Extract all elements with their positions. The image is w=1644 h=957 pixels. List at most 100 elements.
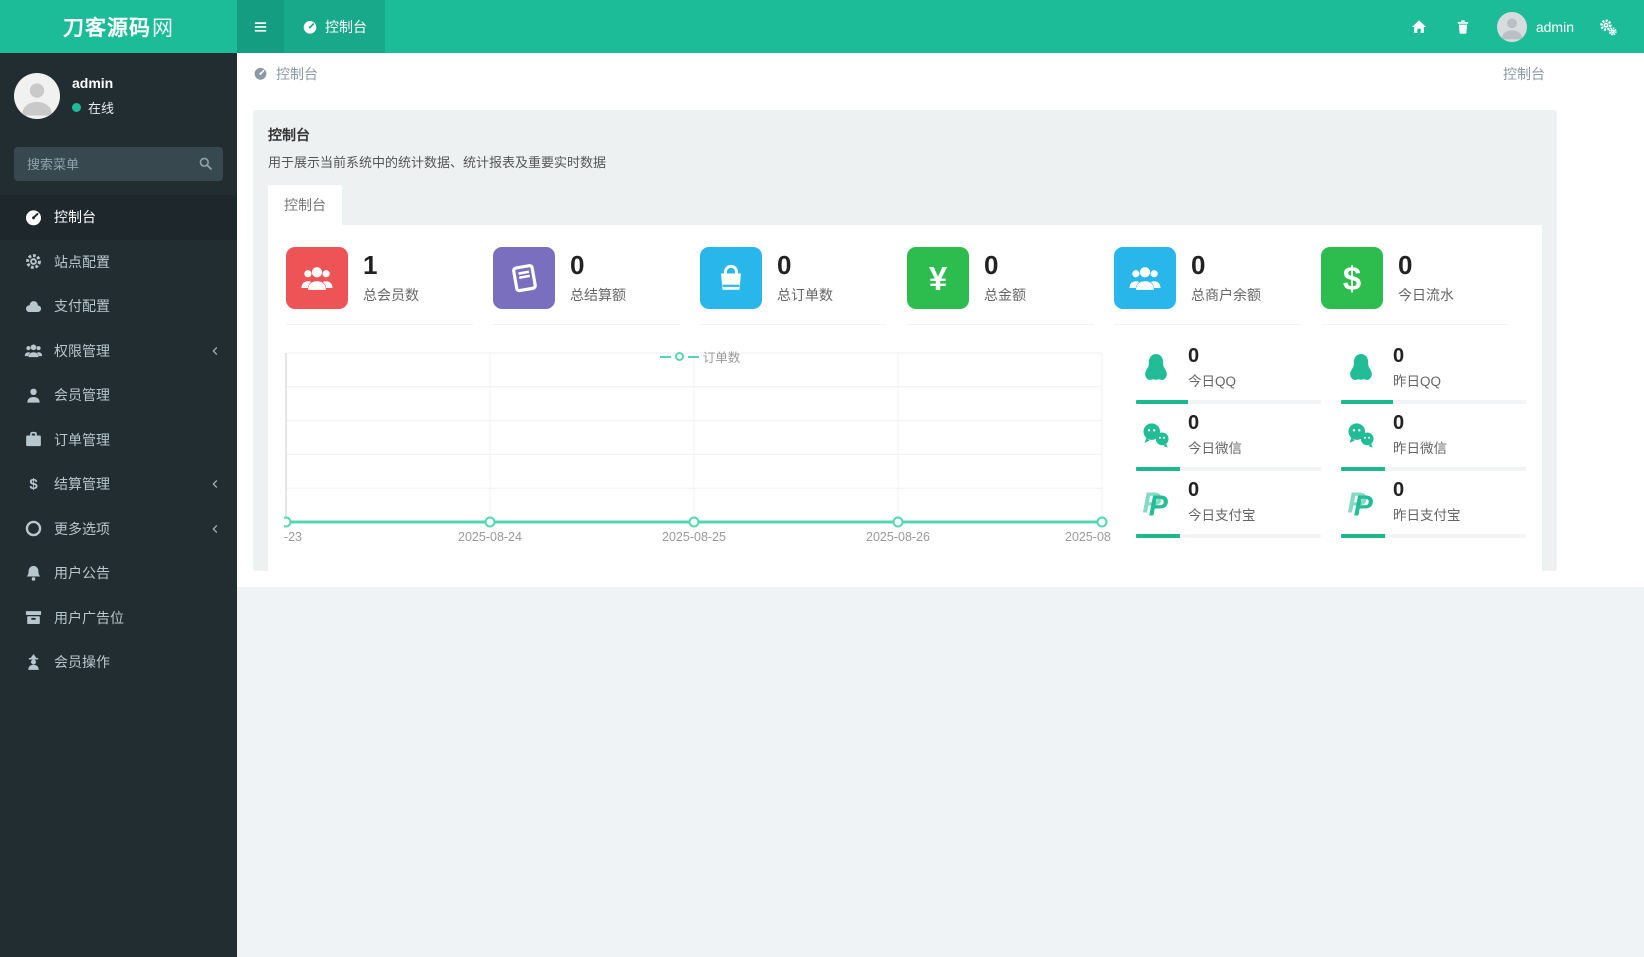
topbar-actions: admin xyxy=(1401,0,1644,53)
sidebar-item-label: 会员管理 xyxy=(54,387,110,404)
sidebar-item-label: 用户广告位 xyxy=(54,609,124,626)
mini-stat-today-alipay: PP 0 今日支付宝 xyxy=(1136,479,1321,538)
svg-text:2025-08-25: 2025-08-25 xyxy=(662,530,726,544)
user-icon xyxy=(24,387,43,403)
svg-text:P: P xyxy=(1354,490,1374,518)
sidebar-item-site-config[interactable]: 站点配置 xyxy=(0,240,237,285)
sidebar-item-user-adslot[interactable]: 用户广告位 xyxy=(0,596,237,641)
avatar xyxy=(1496,11,1527,42)
breadcrumb-current[interactable]: 控制台 xyxy=(276,64,318,84)
sidebar-item-label: 用户公告 xyxy=(54,565,110,582)
chart-legend[interactable]: 订单数 xyxy=(284,347,1116,366)
sidebar-item-pay-config[interactable]: 支付配置 xyxy=(0,284,237,329)
sidebar-search xyxy=(14,147,223,181)
svg-text:2025-08-26: 2025-08-26 xyxy=(866,530,930,544)
sidebar-item-label: 支付配置 xyxy=(54,298,110,315)
sidebar-item-permissions[interactable]: 权限管理 xyxy=(0,329,237,374)
breadcrumb: 控制台 控制台 xyxy=(237,53,1644,94)
progress-fill xyxy=(1341,534,1386,538)
lower-row: 订单数 08-23 2025-08-24 2025-08-25 2025-08-26 2… xyxy=(270,345,1526,553)
mini-value: 0 xyxy=(1188,412,1200,434)
progress-bar xyxy=(1341,534,1526,538)
book-icon xyxy=(493,247,555,309)
stat-label: 总订单数 xyxy=(777,286,833,303)
divider xyxy=(286,324,473,325)
mini-label: 今日支付宝 xyxy=(1188,508,1256,523)
stat-card-today-flow: $ 0 今日流水 xyxy=(1319,247,1526,325)
sidebar-item-dashboard[interactable]: 控制台 xyxy=(0,195,237,240)
online-dot xyxy=(72,103,81,112)
sidebar-item-settlement[interactable]: $ 结算管理 xyxy=(0,462,237,507)
topbar-tab-dashboard[interactable]: 控制台 xyxy=(284,0,385,53)
legend-line-icon xyxy=(687,355,699,358)
mini-stat-yesterday-qq: 0 昨日QQ xyxy=(1341,345,1526,404)
settings-button[interactable] xyxy=(1590,9,1626,45)
stat-card-total-members: 1 总会员数 xyxy=(284,247,491,325)
legend-circle-icon xyxy=(674,352,684,361)
mini-value: 0 xyxy=(1393,345,1405,367)
search-icon[interactable] xyxy=(198,156,213,171)
sidebar: admin 在线 控制台 站点配置 xyxy=(0,53,237,957)
archive-icon xyxy=(24,610,43,626)
chart-canvas: 08-23 2025-08-24 2025-08-25 2025-08-26 2025-… xyxy=(270,352,1111,544)
mini-label: 今日QQ xyxy=(1188,374,1237,389)
svg-text:08-23: 08-23 xyxy=(284,530,302,544)
alipay-icon: PP xyxy=(1341,482,1381,522)
sidebar-item-members[interactable]: 会员管理 xyxy=(0,373,237,418)
stat-card-total-orders: 0 总订单数 xyxy=(698,247,905,325)
divider xyxy=(700,324,887,325)
topbar-nav: 控制台 admin xyxy=(237,0,1644,53)
divider xyxy=(907,324,1094,325)
topbar-user-name: admin xyxy=(1535,18,1574,35)
sidebar-item-label: 权限管理 xyxy=(54,342,110,359)
sidebar-item-user-notice[interactable]: 用户公告 xyxy=(0,551,237,596)
sidebar-item-label: 结算管理 xyxy=(54,476,110,493)
sidebar-user-name: admin xyxy=(72,75,114,91)
circle-o-icon xyxy=(24,521,43,537)
stat-label: 今日流水 xyxy=(1398,286,1454,303)
stat-label: 总商户余额 xyxy=(1191,286,1261,303)
chevron-left-icon xyxy=(209,478,221,490)
sidebar-item-member-actions[interactable]: 会员操作 xyxy=(0,640,237,685)
mini-stats-today: 0 今日QQ 0 今日微信 P P 0 今日支付宝 xyxy=(1136,345,1321,553)
mini-value: 0 xyxy=(1188,345,1200,367)
stat-label: 总会员数 xyxy=(363,286,419,303)
topbar: 刀客源码网 控制台 admin xyxy=(0,0,1644,53)
sidebar-item-label: 站点配置 xyxy=(54,253,110,270)
users-icon xyxy=(286,247,348,309)
progress-fill xyxy=(1136,534,1181,538)
breadcrumb-page-title: 控制台 xyxy=(1503,65,1545,82)
page-container: 控制台 控制台 控制台 用于展示当前系统中的统计数据、统计报表及重要实时数据 控… xyxy=(237,53,1644,587)
topbar-user-menu[interactable]: admin xyxy=(1489,11,1582,42)
gear-icon xyxy=(24,254,43,270)
progress-fill xyxy=(1341,400,1393,404)
progress-fill xyxy=(1341,467,1386,471)
mini-value: 0 xyxy=(1393,479,1405,501)
stat-label: 总结算额 xyxy=(570,286,626,303)
stat-card-merchant-balance: 0 总商户余额 xyxy=(1112,247,1319,325)
users-icon xyxy=(24,343,43,359)
progress-fill xyxy=(1136,467,1181,471)
main-content: 控制台 控制台 控制台 用于展示当前系统中的统计数据、统计报表及重要实时数据 控… xyxy=(237,53,1644,957)
sidebar-toggle-button[interactable] xyxy=(237,0,284,53)
stats-row: 1 总会员数 0 总结算额 0 总订单数 ¥ 0 总金额 0 总商户余额 $ 0… xyxy=(284,247,1526,325)
dashboard-panel: 控制台 用于展示当前系统中的统计数据、统计报表及重要实时数据 控制台 1 总会员… xyxy=(253,110,1557,571)
sidebar-user-status: 在线 xyxy=(72,98,114,117)
qq-icon xyxy=(1341,348,1381,388)
sidebar-item-label: 更多选项 xyxy=(54,520,110,537)
stat-label: 总金额 xyxy=(984,286,1026,303)
progress-bar xyxy=(1341,400,1526,404)
brand-name-suffix: 网 xyxy=(152,16,174,40)
clear-cache-button[interactable] xyxy=(1445,9,1481,45)
sidebar-item-orders[interactable]: 订单管理 xyxy=(0,418,237,463)
search-input[interactable] xyxy=(14,147,223,181)
legend-label: 订单数 xyxy=(702,351,741,365)
tab-dashboard[interactable]: 控制台 xyxy=(268,185,342,225)
mini-label: 昨日微信 xyxy=(1393,441,1447,456)
home-button[interactable] xyxy=(1401,9,1437,45)
svg-text:2025-08-24: 2025-08-24 xyxy=(458,530,522,544)
sidebar-item-more-options[interactable]: 更多选项 xyxy=(0,507,237,552)
yuan-icon: ¥ xyxy=(907,247,969,309)
tachometer-icon xyxy=(302,19,318,35)
tachometer-icon xyxy=(24,209,43,226)
